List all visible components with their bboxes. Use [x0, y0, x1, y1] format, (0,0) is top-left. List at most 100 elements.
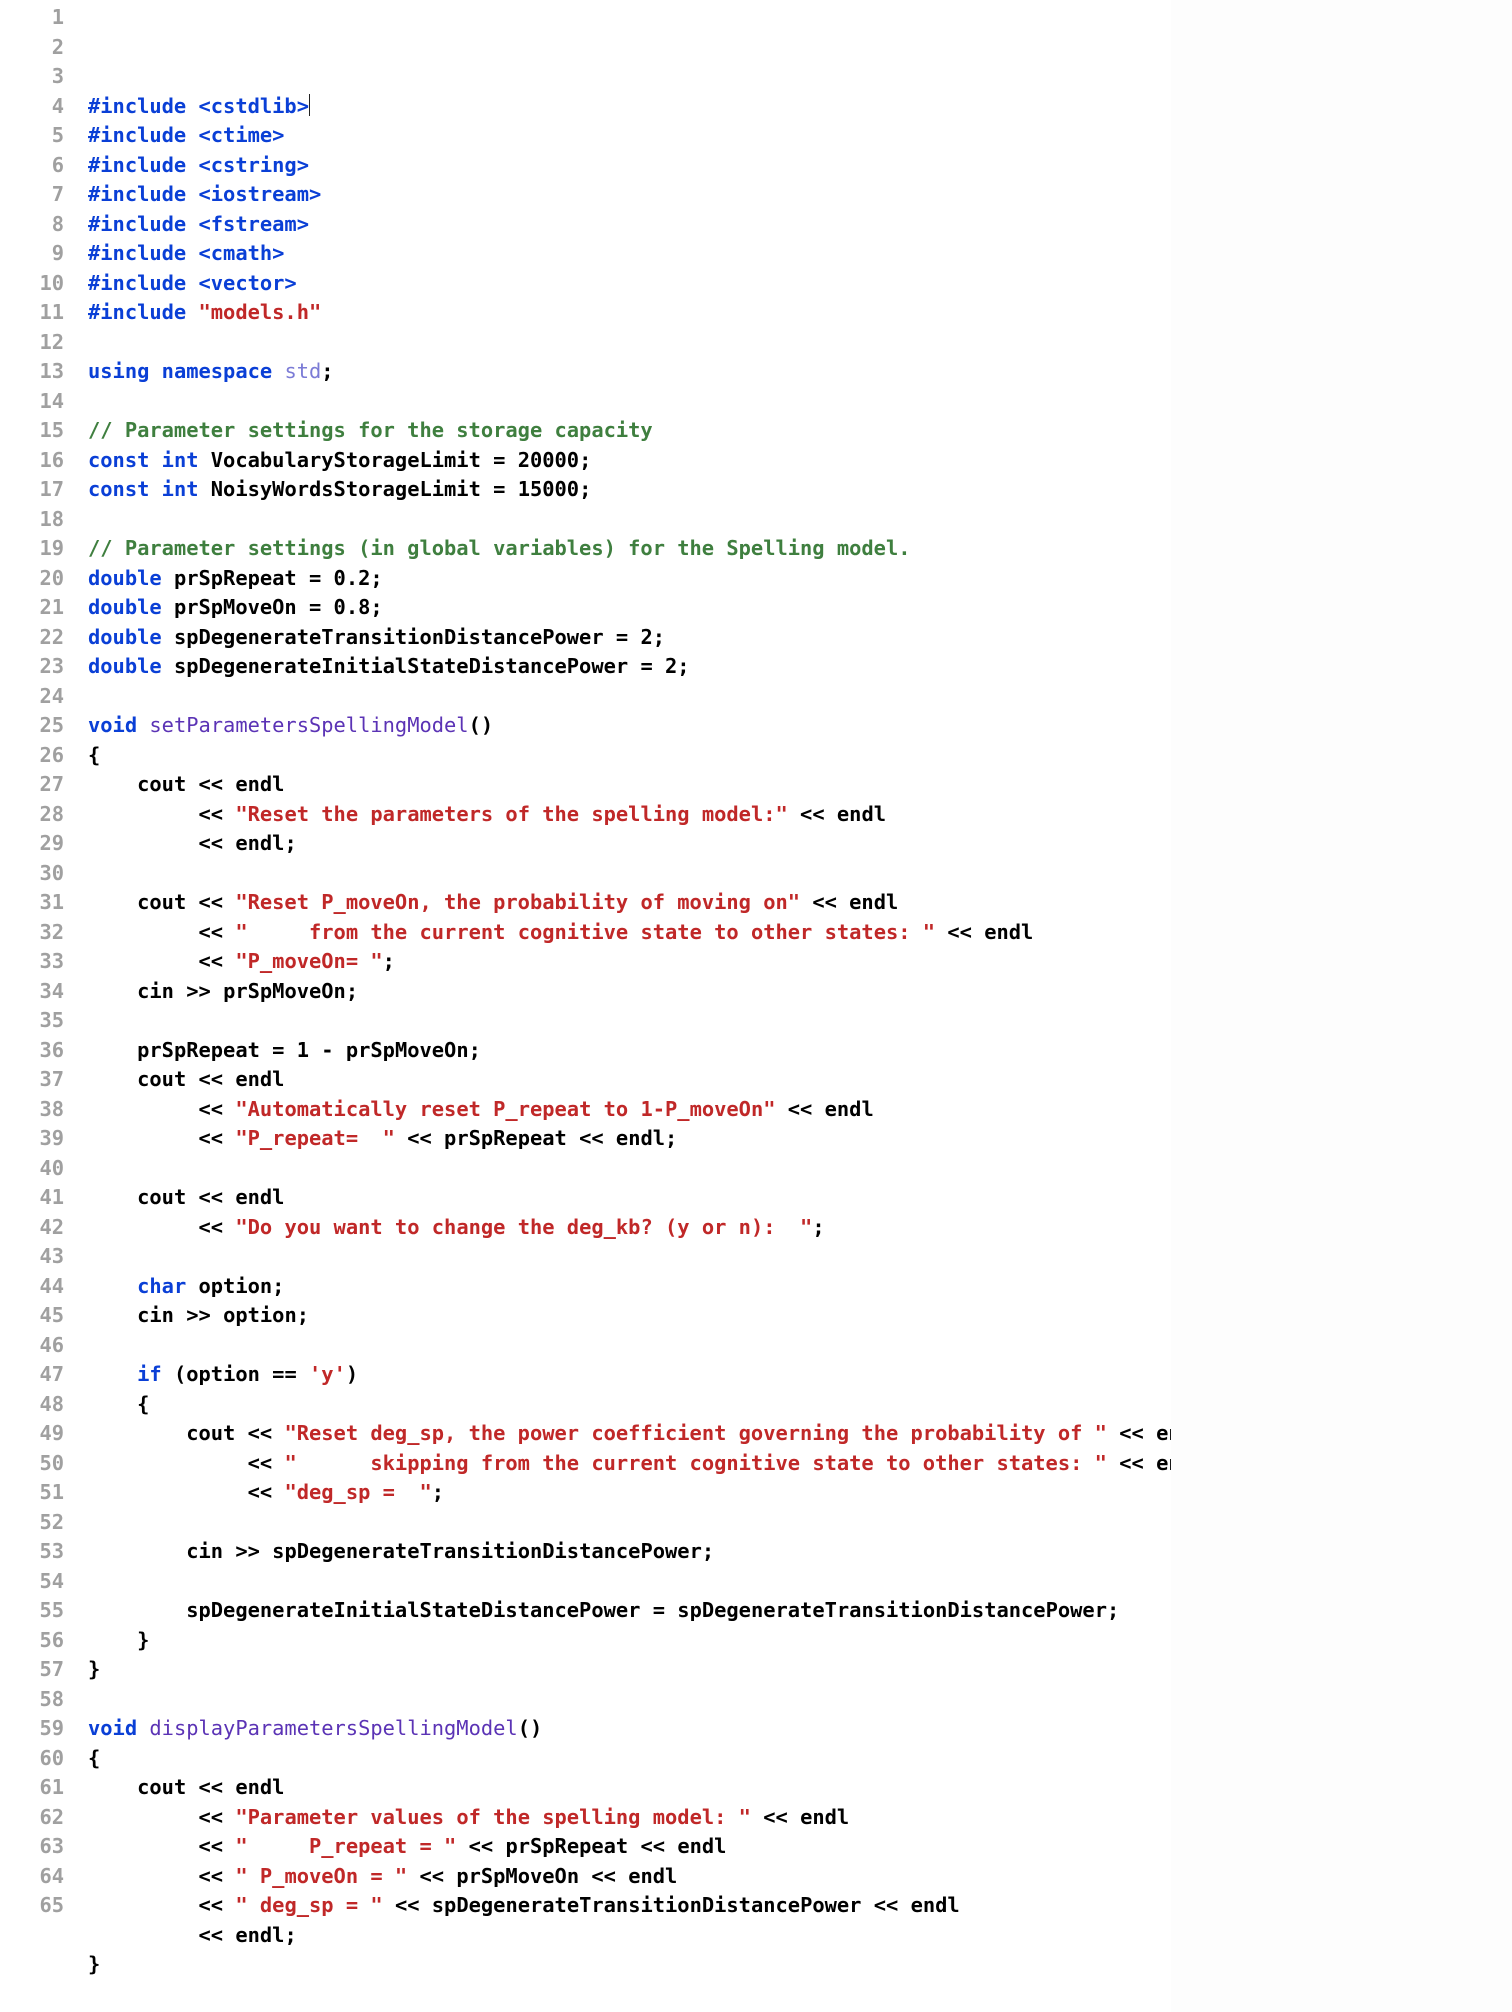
- code-line[interactable]: {: [88, 1744, 1171, 1774]
- code-line[interactable]: void setParametersSpellingModel(): [88, 711, 1171, 741]
- code-line[interactable]: [88, 1331, 1171, 1361]
- line-number: 39: [0, 1124, 64, 1154]
- code-line[interactable]: #include <cstring>: [88, 151, 1171, 181]
- code-line[interactable]: cin >> spDegenerateTransitionDistancePow…: [88, 1537, 1171, 1567]
- code-line[interactable]: << "P_moveOn= ";: [88, 947, 1171, 977]
- code-line[interactable]: char option;: [88, 1272, 1171, 1302]
- token-op: }: [88, 1657, 100, 1681]
- code-line[interactable]: [88, 505, 1171, 535]
- token-id: option: [223, 1303, 297, 1327]
- code-line[interactable]: void displayParametersSpellingModel(): [88, 1714, 1171, 1744]
- code-line[interactable]: << " skipping from the current cognitive…: [88, 1449, 1171, 1479]
- token-pl: [88, 1451, 248, 1475]
- code-line[interactable]: spDegenerateInitialStateDistancePower = …: [88, 1596, 1171, 1626]
- line-number: 56: [0, 1626, 64, 1656]
- code-line[interactable]: // Parameter settings (in global variabl…: [88, 534, 1171, 564]
- token-op: <<: [935, 920, 984, 944]
- token-op: <<: [199, 1864, 236, 1888]
- code-line[interactable]: [88, 1685, 1171, 1715]
- token-kw: namespace: [162, 359, 285, 383]
- token-id: spDegenerateTransitionDistancePower: [432, 1893, 862, 1917]
- code-line[interactable]: [88, 328, 1171, 358]
- token-op: =: [481, 477, 518, 501]
- code-line[interactable]: {: [88, 741, 1171, 771]
- code-line[interactable]: cout << endl: [88, 1773, 1171, 1803]
- token-op: {: [88, 1746, 100, 1770]
- token-pl: [88, 1539, 186, 1563]
- code-line[interactable]: << "Parameter values of the spelling mod…: [88, 1803, 1171, 1833]
- code-line[interactable]: [88, 1567, 1171, 1597]
- code-line[interactable]: cin >> option;: [88, 1301, 1171, 1331]
- line-number: 21: [0, 593, 64, 623]
- line-number: 33: [0, 947, 64, 977]
- code-editor[interactable]: 1234567891011121314151617181920212223242…: [0, 0, 1171, 2012]
- code-line[interactable]: [88, 1154, 1171, 1184]
- token-op: <<: [199, 920, 236, 944]
- code-line[interactable]: << endl;: [88, 829, 1171, 859]
- code-line[interactable]: prSpRepeat = 1 - prSpMoveOn;: [88, 1036, 1171, 1066]
- line-number: 30: [0, 859, 64, 889]
- code-line[interactable]: cout << "Reset deg_sp, the power coeffic…: [88, 1419, 1171, 1449]
- code-line[interactable]: cout << endl: [88, 1183, 1171, 1213]
- token-op: <<: [186, 890, 235, 914]
- code-line[interactable]: #include <vector>: [88, 269, 1171, 299]
- code-line[interactable]: #include <iostream>: [88, 180, 1171, 210]
- code-line[interactable]: #include "models.h": [88, 298, 1171, 328]
- line-number: 51: [0, 1478, 64, 1508]
- code-line[interactable]: double prSpRepeat = 0.2;: [88, 564, 1171, 594]
- code-line[interactable]: double spDegenerateInitialStateDistanceP…: [88, 652, 1171, 682]
- code-line[interactable]: {: [88, 1390, 1171, 1420]
- code-line[interactable]: << " P_moveOn = " << prSpMoveOn << endl: [88, 1862, 1171, 1892]
- token-id: prSpMoveOn: [223, 979, 346, 1003]
- code-line[interactable]: if (option == 'y'): [88, 1360, 1171, 1390]
- code-line[interactable]: }: [88, 1626, 1171, 1656]
- code-area[interactable]: #include <cstdlib>#include <ctime>#inclu…: [80, 0, 1171, 2012]
- code-line[interactable]: cin >> prSpMoveOn;: [88, 977, 1171, 1007]
- code-line[interactable]: const int NoisyWordsStorageLimit = 15000…: [88, 475, 1171, 505]
- code-line[interactable]: << " from the current cognitive state to…: [88, 918, 1171, 948]
- code-line[interactable]: << " deg_sp = " << spDegenerateTransitio…: [88, 1891, 1171, 1921]
- code-line[interactable]: }: [88, 1950, 1171, 1980]
- line-number: 4: [0, 92, 64, 122]
- token-st: "P_moveOn= ": [235, 949, 382, 973]
- code-line[interactable]: // Parameter settings for the storage ca…: [88, 416, 1171, 446]
- code-line[interactable]: << "Automatically reset P_repeat to 1-P_…: [88, 1095, 1171, 1125]
- code-line[interactable]: using namespace std;: [88, 357, 1171, 387]
- code-line[interactable]: [88, 387, 1171, 417]
- code-line[interactable]: cout << "Reset P_moveOn, the probability…: [88, 888, 1171, 918]
- code-line[interactable]: [88, 1006, 1171, 1036]
- code-line[interactable]: cout << endl: [88, 1065, 1171, 1095]
- line-number: 7: [0, 180, 64, 210]
- code-line[interactable]: [88, 859, 1171, 889]
- token-id: spDegenerateInitialStateDistancePower: [174, 654, 628, 678]
- line-number: 32: [0, 918, 64, 948]
- code-line[interactable]: #include <fstream>: [88, 210, 1171, 240]
- token-op: {: [88, 743, 100, 767]
- token-pl: [88, 1067, 137, 1091]
- code-line[interactable]: const int VocabularyStorageLimit = 20000…: [88, 446, 1171, 476]
- token-kw: #include: [88, 153, 199, 177]
- code-line[interactable]: << "Reset the parameters of the spelling…: [88, 800, 1171, 830]
- token-op: (): [518, 1716, 543, 1740]
- token-id: endl: [1156, 1421, 1171, 1445]
- code-line[interactable]: << "Do you want to change the deg_kb? (y…: [88, 1213, 1171, 1243]
- code-line[interactable]: #include <cstdlib>: [88, 92, 1171, 122]
- line-number: 54: [0, 1567, 64, 1597]
- code-line[interactable]: }: [88, 1655, 1171, 1685]
- token-op: ;: [653, 625, 665, 649]
- code-line[interactable]: cout << endl: [88, 770, 1171, 800]
- code-line[interactable]: [88, 682, 1171, 712]
- code-line[interactable]: << "P_repeat= " << prSpRepeat << endl;: [88, 1124, 1171, 1154]
- code-line[interactable]: #include <cmath>: [88, 239, 1171, 269]
- code-line[interactable]: double spDegenerateTransitionDistancePow…: [88, 623, 1171, 653]
- code-line[interactable]: << " P_repeat = " << prSpRepeat << endl: [88, 1832, 1171, 1862]
- code-line[interactable]: [88, 1980, 1171, 2010]
- line-number: 45: [0, 1301, 64, 1331]
- code-line[interactable]: double prSpMoveOn = 0.8;: [88, 593, 1171, 623]
- code-line[interactable]: #include <ctime>: [88, 121, 1171, 151]
- code-line[interactable]: [88, 1508, 1171, 1538]
- code-line[interactable]: [88, 1242, 1171, 1272]
- code-line[interactable]: << endl;: [88, 1921, 1171, 1951]
- token-op: =: [628, 654, 665, 678]
- code-line[interactable]: << "deg_sp = ";: [88, 1478, 1171, 1508]
